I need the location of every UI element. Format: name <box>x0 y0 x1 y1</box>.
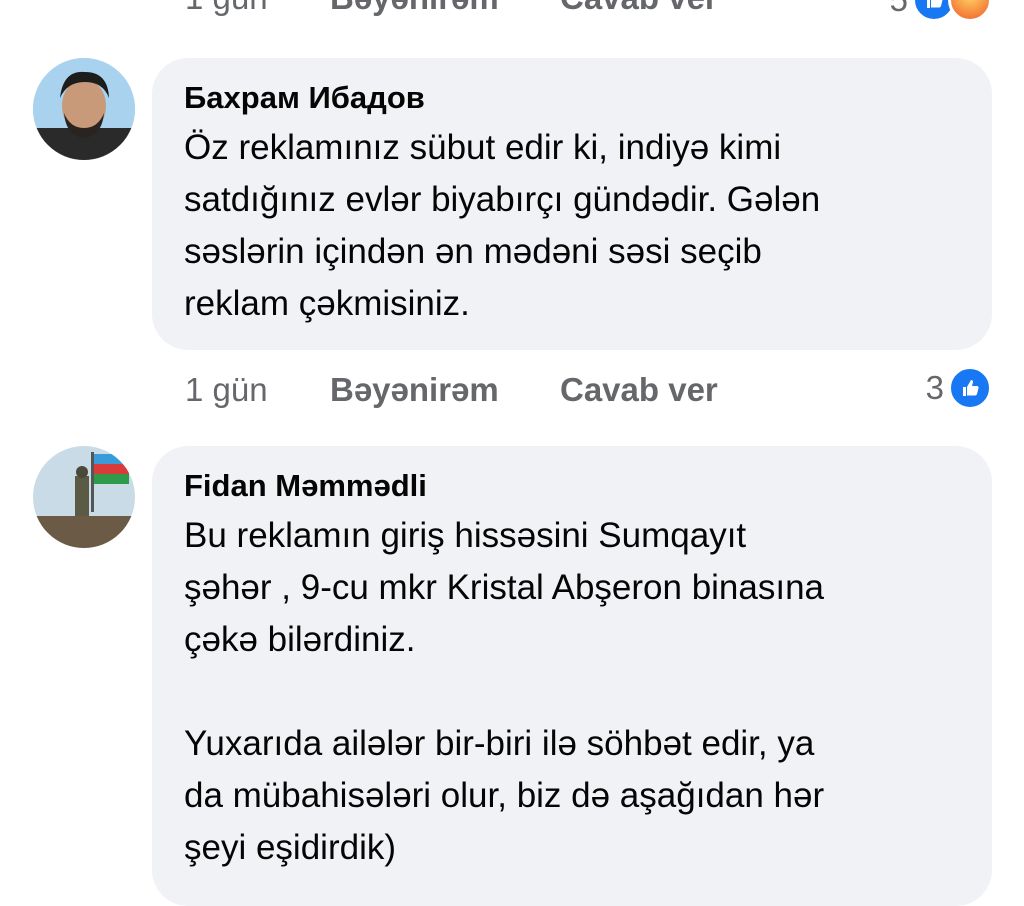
reaction-summary[interactable]: 3 <box>926 366 992 410</box>
like-button[interactable]: Bəyənirəm <box>330 0 560 18</box>
reply-button[interactable]: Cavab ver <box>560 370 718 410</box>
reaction-summary[interactable]: 5 <box>890 0 992 22</box>
comment-author[interactable]: Fidan Məmmədli <box>184 466 960 506</box>
comment-time[interactable]: 1 gün <box>185 370 330 410</box>
avatar[interactable] <box>33 446 135 548</box>
comment-author[interactable]: Бахрам Ибадов <box>184 78 960 118</box>
reaction-count: 3 <box>925 369 944 406</box>
avatar[interactable] <box>33 58 135 160</box>
like-button[interactable]: Bəyənirəm <box>330 370 560 410</box>
comment-text: Bu reklamın giriş hissəsini Sumqayıt şəh… <box>184 516 825 867</box>
comment-bubble[interactable]: Fidan Məmmədli Bu reklamın giriş hissəsi… <box>152 446 992 906</box>
comment-actions: 1 gün Bəyənirəm Cavab ver <box>185 370 718 410</box>
avatar-image <box>33 446 135 548</box>
reaction-count: 5 <box>890 0 908 19</box>
like-icon <box>948 366 992 410</box>
comment-text: Öz reklamınız sübut edir ki, indiyə kimi… <box>184 128 821 323</box>
reply-button[interactable]: Cavab ver <box>560 0 718 18</box>
comment-bubble[interactable]: Бахрам Ибадов Öz reklamınız sübut edir k… <box>152 58 992 350</box>
avatar-image <box>33 58 135 160</box>
comment-time[interactable]: 1 gün <box>185 0 330 18</box>
previous-comment-actions: 1 gün Bəyənirəm Cavab ver 5 <box>0 0 1024 22</box>
angry-icon <box>948 0 992 22</box>
